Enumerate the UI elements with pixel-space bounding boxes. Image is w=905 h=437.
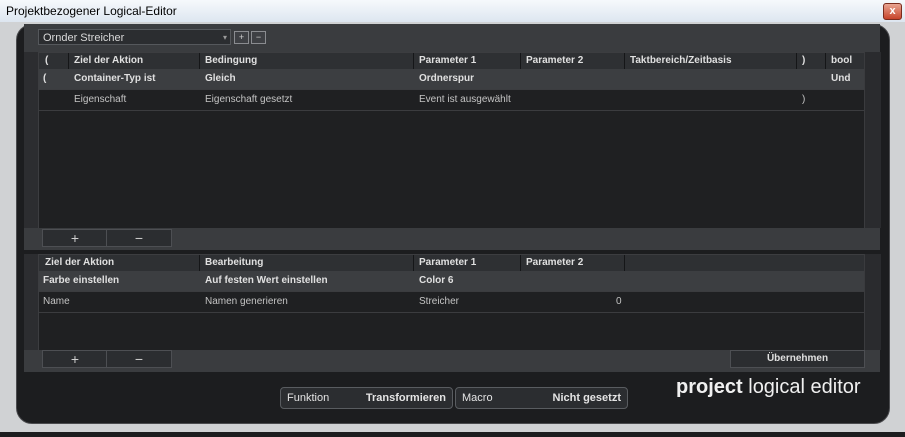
cell-bool[interactable]: Und	[831, 69, 850, 89]
remove-action-button[interactable]: −	[106, 350, 172, 368]
col-target: Ziel der Aktion	[45, 257, 115, 268]
cell-param2[interactable]: 0	[616, 292, 622, 312]
remove-filter-button[interactable]: −	[106, 229, 172, 247]
logo-text: logical editor	[742, 376, 861, 398]
col-range: Taktbereich/Zeitbasis	[630, 55, 732, 66]
function-dropdown[interactable]: Funktion Transformieren	[280, 387, 453, 409]
preset-value: Ornder Streicher	[43, 32, 125, 44]
store-preset-icon[interactable]: +	[234, 31, 249, 44]
table-row[interactable]: Eigenschaft Eigenschaft gesetzt Event is…	[39, 90, 866, 111]
function-label: Funktion	[287, 392, 330, 404]
col-bool: bool	[831, 55, 853, 66]
table-row[interactable]: Farbe einstellen Auf festen Wert einstel…	[39, 271, 866, 292]
window-title: Projektbezogener Logical-Editor	[6, 4, 177, 18]
cell-param1[interactable]: Color 6	[419, 271, 453, 291]
title-bar: Projektbezogener Logical-Editor x	[0, 0, 905, 23]
filter-scrollbar[interactable]	[864, 52, 881, 228]
cell-condition[interactable]: Eigenschaft gesetzt	[205, 90, 292, 110]
col-param2: Parameter 2	[526, 55, 584, 66]
cell-param1[interactable]: Event ist ausgewählt	[419, 90, 511, 110]
logo-bold: project	[676, 376, 743, 398]
col-target: Ziel der Aktion	[74, 55, 144, 66]
cell-target[interactable]: Eigenschaft	[74, 90, 126, 110]
cell-condition[interactable]: Gleich	[205, 69, 236, 89]
action-table: Ziel der Aktion Bearbeitung Parameter 1 …	[38, 254, 867, 351]
cell-target[interactable]: Name	[43, 292, 70, 312]
action-side-panel	[24, 254, 38, 350]
cell-operation[interactable]: Auf festen Wert einstellen	[205, 271, 328, 291]
apply-button[interactable]: Übernehmen	[730, 350, 865, 368]
action-header: Ziel der Aktion Bearbeitung Parameter 1 …	[39, 255, 866, 271]
cell-close[interactable]: )	[802, 90, 805, 110]
cell-param1[interactable]: Ordnerspur	[419, 69, 474, 89]
cell-target[interactable]: Farbe einstellen	[43, 271, 119, 291]
col-param1: Parameter 1	[419, 55, 477, 66]
cell-target[interactable]: Container-Typ ist	[74, 69, 155, 89]
add-filter-button[interactable]: +	[42, 229, 108, 247]
col-condition: Bedingung	[205, 55, 258, 66]
filter-header: ( Ziel der Aktion Bedingung Parameter 1 …	[39, 53, 866, 69]
col-param2: Parameter 2	[526, 257, 584, 268]
chevron-down-icon: ▾	[222, 33, 227, 42]
macro-dropdown[interactable]: Macro Nicht gesetzt	[455, 387, 628, 409]
function-value: Transformieren	[365, 392, 446, 404]
taskbar-strip	[0, 432, 905, 437]
col-operation: Bearbeitung	[205, 257, 264, 268]
col-close-bracket: )	[802, 55, 806, 66]
product-logo: project logical editor	[676, 376, 861, 399]
col-param1: Parameter 1	[419, 257, 477, 268]
add-action-button[interactable]: +	[42, 350, 108, 368]
macro-value: Nicht gesetzt	[552, 392, 621, 404]
table-row[interactable]: ( Container-Typ ist Gleich Ordnerspur Un…	[39, 69, 866, 90]
macro-label: Macro	[462, 392, 493, 404]
close-button[interactable]: x	[883, 3, 902, 20]
action-scrollbar[interactable]	[864, 254, 881, 350]
filter-side-panel	[24, 52, 38, 228]
preset-dropdown[interactable]: Ornder Streicher ▾	[38, 29, 231, 45]
cell-param1[interactable]: Streicher	[419, 292, 459, 312]
delete-preset-icon[interactable]: −	[251, 31, 266, 44]
col-open-bracket: (	[45, 55, 49, 66]
cell-open[interactable]: (	[43, 69, 46, 89]
table-row[interactable]: Name Namen generieren Streicher 0	[39, 292, 866, 313]
cell-operation[interactable]: Namen generieren	[205, 292, 288, 312]
filter-table: ( Ziel der Aktion Bedingung Parameter 1 …	[38, 52, 867, 229]
